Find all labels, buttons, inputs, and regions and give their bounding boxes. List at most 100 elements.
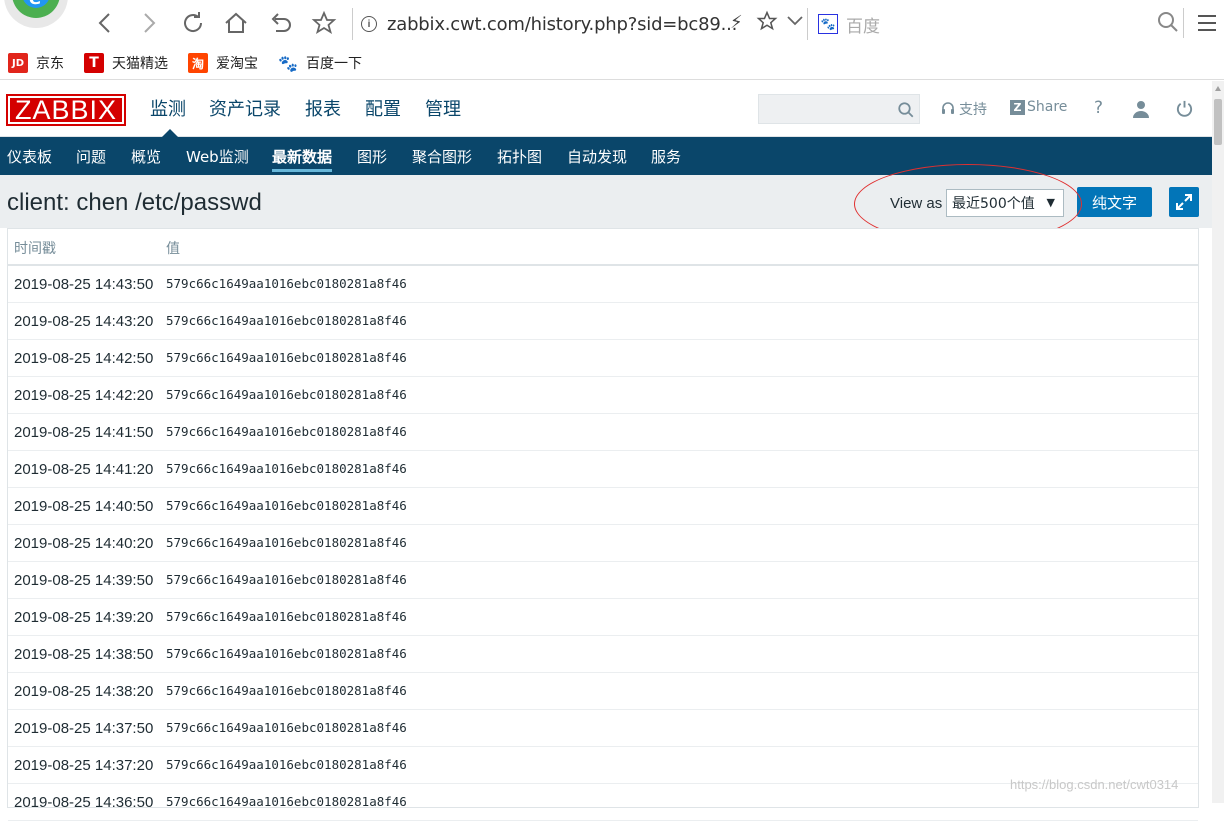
cell-timestamp: 2019-08-25 14:42:50 (14, 350, 154, 367)
bookmark-baidu[interactable]: 🐾 百度一下 (278, 53, 362, 73)
plain-text-button[interactable]: 纯文字 (1077, 187, 1152, 217)
cell-value: 579c66c1649aa1016ebc0180281a8f46 (166, 313, 407, 328)
column-header-timestamp[interactable]: 时间戳 (14, 238, 56, 258)
cell-value: 579c66c1649aa1016ebc0180281a8f46 (166, 683, 407, 698)
table-header: 时间戳 值 (8, 229, 1198, 266)
table-row: 2019-08-25 14:42:20 579c66c1649aa1016ebc0… (8, 377, 1198, 414)
support-link[interactable]: 支持 (940, 99, 987, 119)
top-menu-administration[interactable]: 管理 (425, 95, 461, 121)
table-row: 2019-08-25 14:40:50 579c66c1649aa1016ebc0… (8, 488, 1198, 525)
baidu-paw-icon: 🐾 (278, 53, 298, 73)
table-row: 2019-08-25 14:41:20 579c66c1649aa1016ebc0… (8, 451, 1198, 488)
browser-search-box[interactable]: 🐾 百度 (818, 10, 1158, 38)
cell-value: 579c66c1649aa1016ebc0180281a8f46 (166, 572, 407, 587)
browser-toolbar: e i zabbix.cwt.com/history.php?sid=bc89.… (0, 0, 1224, 47)
cell-value: 579c66c1649aa1016ebc0180281a8f46 (166, 646, 407, 661)
page-title: client: chen /etc/passwd (7, 189, 262, 216)
cell-timestamp: 2019-08-25 14:40:20 (14, 535, 154, 552)
toolbar-divider (1183, 8, 1184, 38)
forward-icon[interactable] (134, 8, 164, 38)
support-label: 支持 (959, 102, 987, 118)
favorite-star-icon[interactable] (756, 10, 778, 37)
table-row: 2019-08-25 14:38:20 579c66c1649aa1016ebc0… (8, 673, 1198, 710)
search-icon[interactable] (897, 101, 915, 119)
headset-icon (942, 102, 954, 114)
home-icon[interactable] (221, 8, 251, 38)
bookmark-taobao[interactable]: 淘 爱淘宝 (188, 53, 258, 73)
header-search-input[interactable] (758, 94, 920, 124)
cell-timestamp: 2019-08-25 14:41:20 (14, 461, 154, 478)
browser-logo-icon[interactable]: e (0, 0, 72, 32)
sub-menu: 仪表板 问题 概览 Web监测 最新数据 图形 聚合图形 拓扑图 自动发现 服务 (0, 137, 1212, 175)
cell-value: 579c66c1649aa1016ebc0180281a8f46 (166, 720, 407, 735)
table-row: 2019-08-25 14:39:50 579c66c1649aa1016ebc0… (8, 562, 1198, 599)
cell-timestamp: 2019-08-25 14:43:50 (14, 276, 154, 293)
cell-value: 579c66c1649aa1016ebc0180281a8f46 (166, 794, 407, 809)
share-label: Share (1027, 99, 1068, 115)
lightning-icon[interactable]: ⚡ (730, 12, 743, 33)
table-row: 2019-08-25 14:42:50 579c66c1649aa1016ebc0… (8, 340, 1198, 377)
star-icon[interactable] (309, 8, 339, 38)
jd-icon: JD (8, 53, 28, 73)
scroll-thumb[interactable] (1214, 99, 1222, 145)
table-row: 2019-08-25 14:37:50 579c66c1649aa1016ebc0… (8, 710, 1198, 747)
zabbix-logo[interactable]: ZABBIX (6, 94, 126, 126)
bookmark-label: 天猫精选 (112, 56, 168, 72)
cell-value: 579c66c1649aa1016ebc0180281a8f46 (166, 757, 407, 772)
share-link[interactable]: Z Share (1010, 99, 1067, 115)
submenu-maps[interactable]: 拓扑图 (497, 146, 542, 167)
fullscreen-icon (1176, 194, 1192, 210)
submenu-web[interactable]: Web监测 (186, 146, 249, 167)
top-menu-inventory[interactable]: 资产记录 (209, 95, 281, 121)
submenu-services[interactable]: 服务 (651, 146, 681, 167)
table-row: 2019-08-25 14:43:50 579c66c1649aa1016ebc0… (8, 266, 1198, 303)
zabbix-header: ZABBIX 监测 资产记录 报表 配置 管理 支持 Z Share ? (0, 81, 1212, 137)
search-icon[interactable] (1156, 10, 1180, 39)
cell-timestamp: 2019-08-25 14:42:20 (14, 387, 154, 404)
submenu-discovery[interactable]: 自动发现 (567, 146, 627, 167)
back-icon[interactable] (90, 8, 120, 38)
bookmark-tmall[interactable]: T 天猫精选 (84, 53, 168, 73)
sign-out-icon[interactable] (1175, 99, 1194, 123)
active-menu-indicator (162, 129, 178, 137)
cell-timestamp: 2019-08-25 14:37:20 (14, 757, 154, 774)
help-link[interactable]: ? (1094, 98, 1103, 118)
table-row: 2019-08-25 14:41:50 579c66c1649aa1016ebc0… (8, 414, 1198, 451)
bookmark-label: 京东 (36, 56, 64, 72)
bookmark-jd[interactable]: JD 京东 (8, 53, 64, 73)
top-menu-configuration[interactable]: 配置 (365, 95, 401, 121)
table-row: 2019-08-25 14:40:20 579c66c1649aa1016ebc0… (8, 525, 1198, 562)
table-body: 2019-08-25 14:43:50 579c66c1649aa1016ebc0… (8, 266, 1198, 821)
cell-timestamp: 2019-08-25 14:38:50 (14, 646, 154, 663)
fullscreen-button[interactable] (1169, 187, 1199, 217)
page-scrollbar[interactable] (1212, 81, 1224, 803)
bookmark-label: 百度一下 (306, 56, 362, 72)
submenu-problems[interactable]: 问题 (76, 146, 106, 167)
baidu-paw-icon: 🐾 (818, 14, 838, 34)
cell-value: 579c66c1649aa1016ebc0180281a8f46 (166, 498, 407, 513)
cell-timestamp: 2019-08-25 14:39:50 (14, 572, 154, 589)
top-menu-monitoring[interactable]: 监测 (150, 95, 186, 121)
cell-value: 579c66c1649aa1016ebc0180281a8f46 (166, 609, 407, 624)
submenu-dashboard[interactable]: 仪表板 (7, 146, 52, 167)
cell-timestamp: 2019-08-25 14:39:20 (14, 609, 154, 626)
menu-icon[interactable] (1196, 12, 1218, 39)
undo-icon[interactable] (265, 8, 295, 38)
submenu-graphs[interactable]: 图形 (357, 146, 387, 167)
info-icon: i (361, 16, 377, 32)
user-profile-icon[interactable] (1132, 100, 1150, 123)
submenu-overview[interactable]: 概览 (131, 146, 161, 167)
cell-value: 579c66c1649aa1016ebc0180281a8f46 (166, 424, 407, 439)
top-menu-reports[interactable]: 报表 (305, 95, 341, 121)
cell-value: 579c66c1649aa1016ebc0180281a8f46 (166, 461, 407, 476)
scroll-up-icon[interactable] (1214, 85, 1222, 93)
search-engine-label: 百度 (846, 16, 880, 37)
table-row: 2019-08-25 14:38:50 579c66c1649aa1016ebc0… (8, 636, 1198, 673)
column-header-value[interactable]: 值 (166, 238, 180, 258)
reload-icon[interactable] (178, 8, 208, 38)
table-row: 2019-08-25 14:43:20 579c66c1649aa1016ebc0… (8, 303, 1198, 340)
dropdown-chevron-icon[interactable] (786, 14, 804, 33)
cell-value: 579c66c1649aa1016ebc0180281a8f46 (166, 535, 407, 550)
submenu-screens[interactable]: 聚合图形 (412, 146, 472, 167)
submenu-latest-data[interactable]: 最新数据 (272, 146, 333, 172)
